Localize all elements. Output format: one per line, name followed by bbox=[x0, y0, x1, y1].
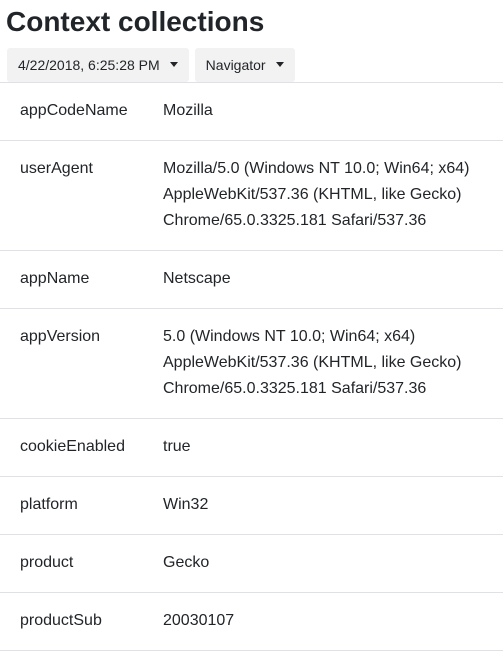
property-name: product bbox=[20, 554, 74, 571]
property-value: Mozilla/5.0 (Windows NT 10.0; Win64; x64… bbox=[163, 160, 470, 229]
table-row: product Gecko bbox=[0, 535, 503, 593]
page-title: Context collections bbox=[6, 6, 265, 37]
property-value: 5.0 (Windows NT 10.0; Win64; x64) AppleW… bbox=[163, 328, 462, 397]
table-row: appCodeName Mozilla bbox=[0, 83, 503, 141]
property-value: Gecko bbox=[163, 554, 210, 571]
property-value: Mozilla bbox=[163, 102, 213, 119]
context-collections-page: Context collections 4/22/2018, 6:25:28 P… bbox=[0, 0, 503, 651]
table-row: appVersion 5.0 (Windows NT 10.0; Win64; … bbox=[0, 309, 503, 419]
timestamp-dropdown[interactable]: 4/22/2018, 6:25:28 PM bbox=[7, 48, 189, 82]
property-value: Netscape bbox=[163, 270, 231, 287]
property-value: Win32 bbox=[163, 496, 209, 513]
properties-table: appCodeName Mozilla userAgent Mozilla/5.… bbox=[0, 82, 503, 651]
table-row: userAgent Mozilla/5.0 (Windows NT 10.0; … bbox=[0, 141, 503, 251]
timestamp-dropdown-label: 4/22/2018, 6:25:28 PM bbox=[18, 57, 160, 73]
table-row: productSub 20030107 bbox=[0, 593, 503, 651]
property-name: appCodeName bbox=[20, 102, 128, 119]
collection-dropdown-label: Navigator bbox=[205, 57, 266, 73]
table-row: appName Netscape bbox=[0, 251, 503, 309]
property-name: cookieEnabled bbox=[20, 438, 125, 455]
toolbar: 4/22/2018, 6:25:28 PM Navigator bbox=[7, 48, 295, 82]
table-row: platform Win32 bbox=[0, 477, 503, 535]
table-row: cookieEnabled true bbox=[0, 419, 503, 477]
property-name: appVersion bbox=[20, 328, 101, 345]
caret-down-icon bbox=[169, 61, 178, 67]
caret-down-icon bbox=[275, 61, 284, 67]
property-name: userAgent bbox=[20, 160, 93, 177]
property-name: productSub bbox=[20, 612, 102, 629]
property-name: appName bbox=[20, 270, 90, 287]
property-value: true bbox=[163, 438, 191, 455]
collection-dropdown[interactable]: Navigator bbox=[194, 48, 295, 82]
property-name: platform bbox=[20, 496, 78, 513]
property-value: 20030107 bbox=[163, 612, 235, 629]
